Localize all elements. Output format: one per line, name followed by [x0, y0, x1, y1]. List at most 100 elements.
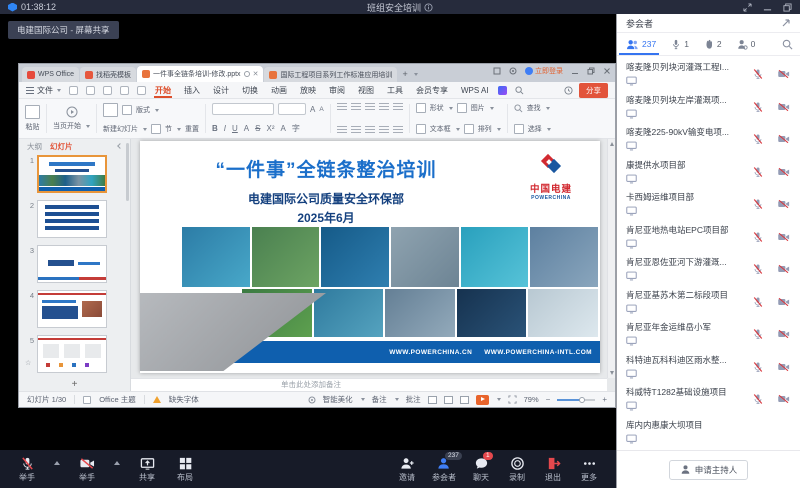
wps-document-tab[interactable]: WPS Office: [22, 67, 79, 82]
search-icon[interactable]: [515, 86, 524, 95]
paste-label[interactable]: 粘贴: [26, 122, 40, 132]
camera-muted-icon[interactable]: [777, 296, 790, 308]
zoom-slider[interactable]: [557, 399, 595, 401]
more-button[interactable]: 更多: [578, 456, 600, 483]
ribbon-tab[interactable]: WPS AI: [460, 84, 490, 97]
camera-muted-icon[interactable]: [777, 393, 790, 405]
popout-icon[interactable]: [781, 18, 791, 28]
comment-toggle[interactable]: 批注: [406, 394, 421, 405]
mic-muted-icon[interactable]: [752, 198, 764, 210]
windows-mode-icon[interactable]: [783, 3, 792, 12]
stat-cohost[interactable]: 0: [737, 39, 756, 50]
ribbon-tab[interactable]: 审阅: [328, 83, 346, 98]
close-tab-icon[interactable]: ✕: [253, 70, 259, 78]
layout-icon[interactable]: [122, 105, 132, 115]
pin-icon[interactable]: [244, 71, 250, 77]
slide-canvas[interactable]: “一件事”全链条整治培训 电建国际公司质量安全环保部 2025年6月 中国电建: [140, 141, 600, 373]
participant-row[interactable]: 康提供水项目部: [617, 155, 800, 188]
print-icon[interactable]: [86, 86, 95, 95]
notes-placeholder[interactable]: 单击此处添加备注: [131, 378, 607, 391]
tab-slides[interactable]: 幻灯片: [50, 141, 73, 152]
settings-icon[interactable]: [509, 67, 517, 75]
slide-thumbnail[interactable]: 4: [24, 290, 125, 328]
undo-icon[interactable]: [120, 86, 129, 95]
wps-minimize-icon[interactable]: [571, 67, 579, 75]
wps-document-tab[interactable]: 国际工程项目系列工作标准应用培训: [264, 67, 397, 82]
participant-row[interactable]: 卡西姆运维项目部: [617, 187, 800, 220]
stat-raised-hands[interactable]: 2: [704, 39, 722, 50]
slide-thumbnail[interactable]: 1: [24, 155, 125, 193]
theme-label[interactable]: Office 主题: [99, 394, 136, 405]
stat-mic-on[interactable]: 1: [671, 39, 689, 50]
record-button[interactable]: 录制: [506, 456, 528, 483]
camera-muted-icon[interactable]: [777, 328, 790, 340]
slideshow-button[interactable]: [476, 395, 489, 405]
preview-icon[interactable]: [103, 86, 112, 95]
mic-muted-icon[interactable]: [752, 68, 764, 80]
font-style-button[interactable]: A: [244, 124, 249, 133]
camera-muted-icon[interactable]: [777, 231, 790, 243]
paste-icon[interactable]: [25, 105, 40, 119]
slide-thumbnail[interactable]: 2: [24, 200, 125, 238]
login-chip[interactable]: 立即登录: [525, 66, 563, 76]
zoom-out-icon[interactable]: −: [546, 395, 551, 404]
slide-thumbnail[interactable]: 3: [24, 245, 125, 283]
shapes-icon[interactable]: [416, 103, 426, 113]
ribbon-tab[interactable]: 开始: [154, 83, 172, 98]
stat-participants[interactable]: 237: [626, 39, 656, 50]
grow-font-icon[interactable]: A: [310, 105, 315, 114]
camera-muted-icon[interactable]: [777, 133, 790, 145]
apply-host-button[interactable]: 申请主持人: [669, 460, 749, 480]
arrange-icon[interactable]: [464, 124, 474, 134]
ribbon-tab[interactable]: 切换: [241, 83, 259, 98]
wps-restore-icon[interactable]: [587, 67, 595, 75]
select-icon[interactable]: [514, 124, 524, 134]
mic-muted-icon[interactable]: [752, 361, 764, 373]
chat-button[interactable]: 1 聊天: [470, 456, 492, 483]
camera-muted-icon[interactable]: [777, 361, 790, 373]
notes-toggle[interactable]: 备注: [372, 394, 387, 405]
ribbon-tab[interactable]: 插入: [183, 83, 201, 98]
mic-options-caret-icon[interactable]: [54, 461, 60, 465]
thumbnail-scrollbar[interactable]: [126, 143, 129, 201]
layout-button[interactable]: 布局: [174, 456, 196, 483]
camera-muted-icon[interactable]: [777, 198, 790, 210]
participant-row[interactable]: 肯尼亚基苏木第二标段项目: [617, 285, 800, 318]
wps-document-tab[interactable]: 一件事全链条培训-修改.pptx ✕: [137, 66, 263, 82]
mic-muted-icon[interactable]: [752, 101, 764, 113]
camera-muted-icon[interactable]: [777, 101, 790, 113]
font-style-button[interactable]: I: [224, 124, 226, 133]
mic-muted-icon[interactable]: [752, 231, 764, 243]
participant-row[interactable]: 肯尼亚恩佐亚河下游灌溉...: [617, 252, 800, 285]
participant-row[interactable]: 肯尼亚地热电站EPC项目部: [617, 220, 800, 253]
font-size-box[interactable]: [278, 103, 306, 115]
ribbon-tab[interactable]: 放映: [299, 83, 317, 98]
new-slide-icon[interactable]: [103, 103, 118, 117]
share-screen-button[interactable]: 共享: [136, 456, 158, 483]
add-slide-button[interactable]: +: [19, 379, 130, 390]
zoom-level[interactable]: 79%: [524, 395, 539, 404]
font-style-button[interactable]: U: [232, 124, 238, 133]
participant-row[interactable]: 科威特T1282基础设施项目: [617, 382, 800, 415]
file-menu[interactable]: 文件: [26, 85, 61, 96]
picture-icon[interactable]: [457, 103, 467, 113]
mic-muted-icon[interactable]: [752, 166, 764, 178]
participant-row[interactable]: 科特迪瓦科科迪区雨水整...: [617, 350, 800, 383]
fullscreen-icon[interactable]: [508, 395, 517, 404]
textbox-icon[interactable]: [416, 124, 426, 134]
shrink-font-icon[interactable]: A: [319, 106, 323, 113]
wps-ai-icon[interactable]: [498, 86, 507, 95]
mic-muted-icon[interactable]: [752, 133, 764, 145]
ribbon-tab[interactable]: 工具: [386, 83, 404, 98]
info-icon[interactable]: [424, 3, 433, 12]
beautify-label[interactable]: 智能美化: [323, 394, 353, 405]
minimize-icon[interactable]: [763, 3, 772, 12]
play-from-current-icon[interactable]: [66, 106, 78, 118]
redo-icon[interactable]: [137, 86, 146, 95]
font-style-button[interactable]: X²: [266, 124, 274, 133]
camera-button[interactable]: 举手: [76, 456, 98, 483]
slide-thumbnail[interactable]: 5 ☆: [24, 335, 125, 373]
participant-row[interactable]: 喀麦隆225-90kV输变电项...: [617, 122, 800, 155]
font-style-button[interactable]: B: [212, 124, 218, 133]
participants-list[interactable]: 喀麦隆贝列块河灌溉工程I... 喀麦隆贝列块左岸灌溉项...: [617, 57, 800, 450]
